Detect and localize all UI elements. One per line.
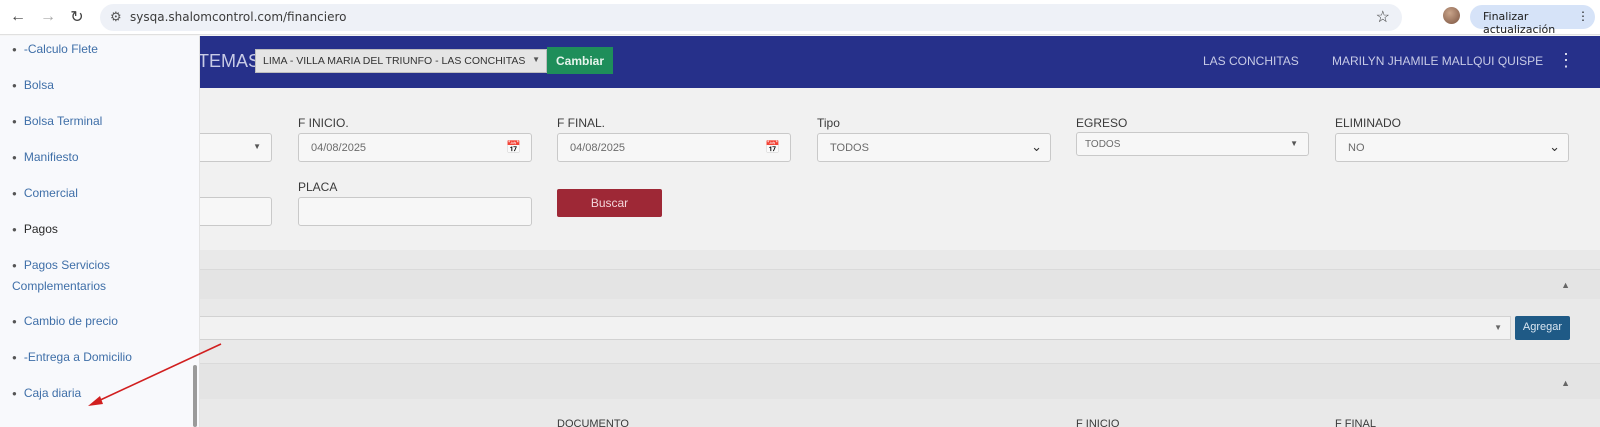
tipo-label: Tipo	[817, 116, 840, 130]
profile-avatar[interactable]	[1443, 7, 1460, 24]
egreso-value: TODOS	[1085, 139, 1121, 150]
sidebar-item-manifiesto[interactable]: ● Manifiesto	[12, 147, 79, 168]
app-header: TEMAS LIMA - VILLA MARIA DEL TRIUNFO - L…	[0, 36, 1600, 88]
calendar-icon[interactable]: 📅	[506, 140, 521, 154]
eliminado-label: ELIMINADO	[1335, 116, 1402, 130]
change-branch-button[interactable]: Cambiar	[547, 47, 613, 74]
forward-icon[interactable]: →	[37, 6, 59, 28]
f-final-value: 04/08/2025	[570, 142, 626, 154]
main-content: ▼ F INICIO. 04/08/2025 📅 F FINAL. 04/08/…	[0, 88, 1600, 427]
egreso-label: EGRESO	[1076, 116, 1128, 130]
sidebar-item-caja-diaria[interactable]: ● Caja diaria	[12, 383, 81, 404]
sidebar-item-label: Caja diaria	[23, 386, 82, 400]
update-label: Finalizar actualización	[1483, 10, 1556, 36]
bullet-icon: ●	[12, 388, 17, 398]
bullet-icon: ●	[12, 260, 17, 270]
calendar-icon[interactable]: 📅	[765, 140, 780, 154]
url-text: sysqa.shalomcontrol.com/financiero	[130, 10, 347, 24]
chevron-down-icon: ⌄	[1549, 139, 1560, 154]
f-final-input[interactable]: 04/08/2025 📅	[557, 133, 791, 162]
dropdown-caret-icon: ▼	[253, 142, 261, 151]
f-inicio-label: F INICIO.	[298, 116, 349, 130]
sidebar-scrollbar[interactable]	[193, 365, 197, 427]
filter-panel: ▼ F INICIO. 04/08/2025 📅 F FINAL. 04/08/…	[0, 88, 1600, 250]
chevron-down-icon: ⌄	[1031, 139, 1042, 154]
sidebar-item-label: -Calculo Flete	[23, 42, 98, 56]
eliminado-select[interactable]: NO ⌄	[1335, 133, 1569, 162]
sidebar-item-label: Bolsa	[23, 78, 54, 92]
tipo-value: TODOS	[830, 142, 869, 154]
add-button[interactable]: Agregar	[1515, 316, 1570, 340]
section-header-2[interactable]: ▲	[0, 363, 1600, 399]
f-inicio-value: 04/08/2025	[311, 142, 367, 154]
bullet-icon: ●	[12, 44, 17, 54]
sidebar-item-label: Manifiesto	[23, 150, 79, 164]
bullet-icon: ●	[12, 188, 17, 198]
col-f-final: F FINAL	[1335, 418, 1376, 427]
branch-value: LIMA - VILLA MARIA DEL TRIUNFO - LAS CON…	[263, 55, 526, 67]
bullet-icon: ●	[12, 352, 17, 362]
bullet-icon: ●	[12, 80, 17, 90]
sidebar-item-label: Pagos Servicios	[23, 258, 110, 272]
placa-label: PLACA	[298, 180, 338, 194]
sidebar-item-label: Comercial	[23, 186, 78, 200]
sidebar-item-label: -Entrega a Domicilio	[23, 350, 132, 364]
egreso-select[interactable]: TODOS ▼	[1076, 132, 1309, 156]
placa-input[interactable]	[298, 197, 532, 226]
sidebar-item-comercial[interactable]: ● Comercial	[12, 183, 78, 204]
bullet-icon: ●	[12, 224, 17, 234]
sidebar-item-cambio-precio[interactable]: ● Cambio de precio	[12, 311, 118, 332]
app-menu-icon[interactable]: ⋮	[1557, 50, 1575, 71]
sidebar-item-entrega-domicilio[interactable]: ● -Entrega a Domicilio	[12, 347, 132, 368]
site-settings-icon[interactable]: ⚙	[110, 9, 122, 25]
sidebar: ● -Calculo Flete ● Bolsa ● Bolsa Terminal ●…	[0, 36, 200, 427]
browser-menu-icon[interactable]: ⋮	[1577, 9, 1589, 23]
sidebar-item-pagos[interactable]: ● Pagos	[12, 219, 58, 240]
sidebar-item-calculo-flete[interactable]: ● -Calculo Flete	[12, 39, 98, 60]
sidebar-item-label: Cambio de precio	[23, 314, 118, 328]
dropdown-caret-icon: ▼	[1290, 139, 1298, 148]
browser-toolbar: ← → ↻ ⚙ sysqa.shalomcontrol.com/financie…	[0, 0, 1600, 36]
sidebar-item-bolsa[interactable]: ● Bolsa	[12, 75, 54, 96]
section-header-1[interactable]: ▲	[0, 269, 1600, 299]
f-inicio-input[interactable]: 04/08/2025 📅	[298, 133, 532, 162]
location-link[interactable]: LAS CONCHITAS	[1203, 54, 1299, 68]
sidebar-item-label: Bolsa Terminal	[23, 114, 103, 128]
col-f-inicio: F INICIO	[1076, 418, 1120, 427]
sidebar-item-label: Pagos	[23, 222, 58, 236]
f-final-label: F FINAL.	[557, 116, 606, 130]
reload-icon[interactable]: ↻	[66, 6, 88, 28]
tipo-select[interactable]: TODOS ⌄	[817, 133, 1051, 162]
item-select[interactable]: ▼	[0, 316, 1511, 340]
user-name[interactable]: MARILYN JHAMILE MALLQUI QUISPE	[1332, 54, 1543, 68]
update-button[interactable]: Finalizar actualización ⋮	[1470, 5, 1595, 36]
col-documento: DOCUMENTO	[557, 418, 629, 427]
back-icon[interactable]: ←	[7, 6, 29, 28]
bullet-icon: ●	[12, 116, 17, 126]
bullet-icon: ●	[12, 316, 17, 326]
eliminado-value: NO	[1348, 142, 1365, 154]
address-bar[interactable]: ⚙ sysqa.shalomcontrol.com/financiero ☆	[100, 4, 1402, 31]
search-button[interactable]: Buscar	[557, 189, 662, 217]
collapse-icon[interactable]: ▲	[1561, 280, 1570, 290]
dropdown-caret-icon: ▼	[532, 55, 540, 64]
sidebar-item-pagos-servicios[interactable]: ● Pagos Servicios Complementarios	[12, 255, 110, 296]
dropdown-caret-icon: ▼	[1494, 323, 1502, 332]
bullet-icon: ●	[12, 152, 17, 162]
collapse-icon[interactable]: ▲	[1561, 378, 1570, 388]
sidebar-item-bolsa-terminal[interactable]: ● Bolsa Terminal	[12, 111, 102, 132]
bookmark-star-icon[interactable]: ☆	[1376, 7, 1390, 27]
sidebar-item-label-line2: Complementarios	[12, 278, 107, 293]
branch-select[interactable]: LIMA - VILLA MARIA DEL TRIUNFO - LAS CON…	[255, 49, 547, 73]
app-title: TEMAS	[198, 51, 261, 71]
